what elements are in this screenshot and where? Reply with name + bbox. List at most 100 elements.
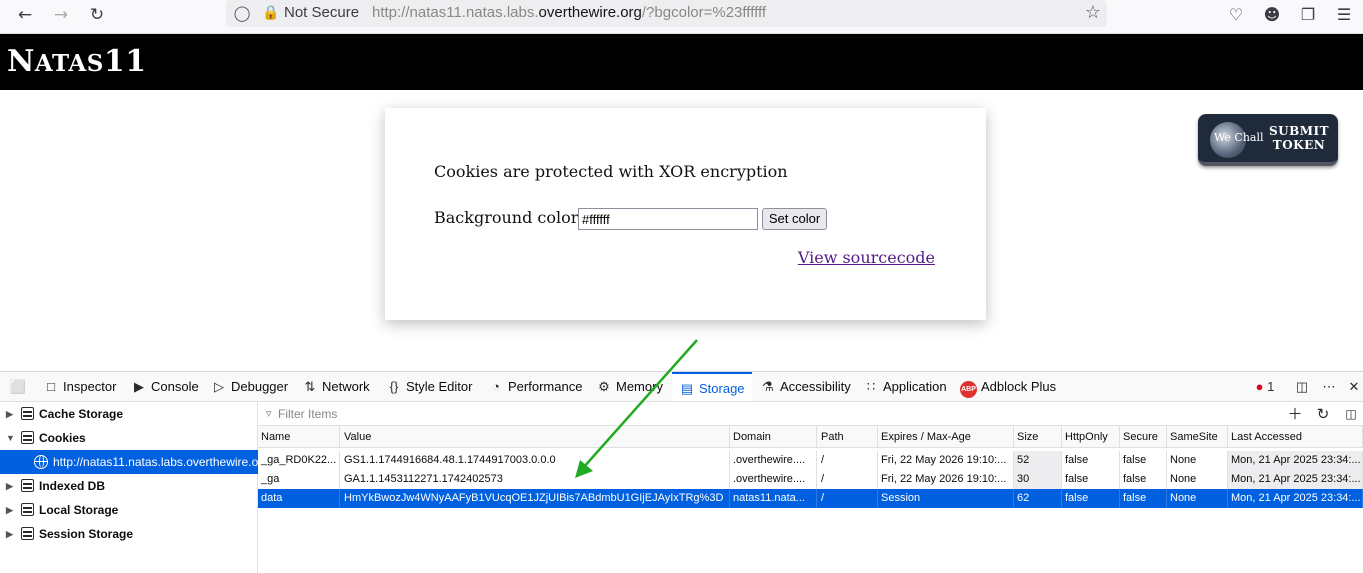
cell-name: data <box>258 489 340 508</box>
column-header-size[interactable]: Size <box>1014 426 1062 447</box>
cell-expires: Fri, 22 May 2026 19:10:... <box>878 451 1014 470</box>
sidebar-item-cookie-host[interactable]: http://natas11.natas.labs.overthewire.or… <box>0 450 269 474</box>
style-editor-icon: {} <box>389 379 399 394</box>
inspector-icon: □ <box>47 379 55 394</box>
url-text[interactable]: http://natas11.natas.labs.overthewire.or… <box>372 4 766 21</box>
table-header[interactable]: Name Value Domain Path Expires / Max-Age Size… <box>258 426 1363 448</box>
cell-last-accessed: Mon, 21 Apr 2025 23:34:... <box>1228 470 1363 489</box>
cell-expires: Session <box>878 489 1014 508</box>
sidebar-item-cache-storage[interactable]: ▶ Cache Storage <box>0 402 258 426</box>
column-header-value[interactable]: Value <box>341 426 730 447</box>
page-title: NATAS11 <box>7 44 147 79</box>
more-options-icon[interactable]: ⋯ <box>1319 372 1339 401</box>
filter-input[interactable] <box>278 405 978 423</box>
column-header-name[interactable]: Name <box>258 426 340 447</box>
database-icon <box>21 503 34 516</box>
tab-performance[interactable]: ◔ Performance <box>488 372 582 401</box>
expand-arrow-icon[interactable]: ▶ <box>6 522 16 546</box>
element-picker-icon[interactable]: ⬜ <box>8 372 28 401</box>
table-row[interactable]: _ga_RD0K22... GS1.1.1744916684.48.1.17449… <box>258 451 1363 470</box>
cell-size: 52 <box>1014 451 1062 470</box>
wechall-logo-text: We Chall <box>1214 131 1264 144</box>
refresh-icon[interactable]: ↻ <box>1312 403 1334 425</box>
tab-memory[interactable]: ⚙ Memory <box>596 372 663 401</box>
back-icon[interactable]: ← <box>11 3 39 27</box>
tab-application[interactable]: ∷ Application <box>863 372 947 401</box>
table-row[interactable]: _ga GA1.1.1453112271.1742402573 .overthewi… <box>258 470 1363 489</box>
devtools-tabbar: ⬜ □ Inspector ▶ Console ▷ Debugger ⇅ Network… <box>0 372 1363 402</box>
performance-icon: ◔ <box>492 379 500 394</box>
cell-path: / <box>818 451 878 470</box>
cell-last-accessed: Mon, 21 Apr 2025 23:34:... <box>1228 451 1363 470</box>
forward-icon[interactable]: → <box>47 3 75 27</box>
close-devtools-icon[interactable]: ✕ <box>1345 372 1363 401</box>
tab-adblock-plus[interactable]: ABP Adblock Plus <box>960 372 1056 401</box>
expand-arrow-icon[interactable]: ▶ <box>6 498 16 522</box>
cell-value: GA1.1.1453112271.1742402573 <box>341 470 730 489</box>
column-header-expires[interactable]: Expires / Max-Age <box>878 426 1014 447</box>
toggle-sidebar-icon[interactable]: ◫ <box>1340 403 1362 425</box>
extensions-icon[interactable]: ❐ <box>1295 3 1321 27</box>
content-heading: Cookies are protected with XOR encryptio… <box>434 162 788 181</box>
not-secure-lock-icon[interactable]: 🔒 <box>262 3 280 23</box>
sidebar-item-indexed-db[interactable]: ▶ Indexed DB <box>0 474 258 498</box>
bg-color-input[interactable] <box>578 208 758 230</box>
tab-inspector[interactable]: □ Inspector <box>43 372 116 401</box>
cell-secure: false <box>1120 489 1167 508</box>
devtools-panel: ⬜ □ Inspector ▶ Console ▷ Debugger ⇅ Network… <box>0 371 1363 573</box>
browser-toolbar: ← → ↻ ◯ 🔒 Not Secure http://natas11.nata… <box>0 0 1363 34</box>
cell-path: / <box>818 489 878 508</box>
adblock-icon: ABP <box>960 381 977 398</box>
column-header-path[interactable]: Path <box>818 426 878 447</box>
cell-size: 62 <box>1014 489 1062 508</box>
add-item-icon[interactable]: ＋ <box>1284 403 1306 425</box>
expand-arrow-icon[interactable]: ▶ <box>6 474 16 498</box>
column-header-secure[interactable]: Secure <box>1120 426 1167 447</box>
sidebar-item-cookies[interactable]: ▼ Cookies <box>0 426 258 450</box>
tab-storage[interactable]: ▤ Storage <box>672 372 752 401</box>
dock-icon[interactable]: ◫ <box>1292 372 1312 401</box>
content-panel: Cookies are protected with XOR encryptio… <box>385 108 986 320</box>
not-secure-label[interactable]: Not Secure <box>284 4 359 21</box>
url-bar[interactable]: ◯ 🔒 Not Secure http://natas11.natas.labs… <box>226 0 1107 27</box>
cell-name: _ga <box>258 470 340 489</box>
bookmark-star-icon[interactable]: ☆ <box>1085 2 1101 23</box>
filter-bar: ▿ ＋ ↻ ◫ <box>258 402 1363 426</box>
cell-domain: .overthewire.... <box>730 470 817 489</box>
set-color-button[interactable]: Set color <box>762 208 827 230</box>
application-icon: ∷ <box>866 379 876 394</box>
column-header-domain[interactable]: Domain <box>730 426 817 447</box>
bg-color-label: Background color: <box>434 208 584 227</box>
expand-arrow-icon[interactable]: ▶ <box>6 402 16 426</box>
tab-debugger[interactable]: ▷ Debugger <box>211 372 288 401</box>
column-header-httponly[interactable]: HttpOnly <box>1062 426 1120 447</box>
cell-samesite: None <box>1167 451 1228 470</box>
cell-size: 30 <box>1014 470 1062 489</box>
tab-style-editor[interactable]: {} Style Editor <box>386 372 473 401</box>
database-icon <box>21 527 34 540</box>
tracking-shield-icon[interactable]: ◯ <box>232 3 252 23</box>
cell-value: GS1.1.1744916684.48.1.1744917003.0.0.0 <box>341 451 730 470</box>
table-row[interactable]: data HmYkBwozJw4WNyAAFyB1VUcqOE1JZjUIBis7… <box>258 489 1363 508</box>
tab-console[interactable]: ▶ Console <box>131 372 199 401</box>
tab-accessibility[interactable]: ⚗ Accessibility <box>760 372 851 401</box>
column-header-last-accessed[interactable]: Last Accessed <box>1228 426 1363 447</box>
filter-icon: ▿ <box>266 407 272 420</box>
reload-icon[interactable]: ↻ <box>83 3 111 27</box>
tab-network[interactable]: ⇅ Network <box>302 372 370 401</box>
error-count-badge[interactable]: ● 1 <box>1251 372 1279 401</box>
menu-icon[interactable]: ☰ <box>1331 3 1357 27</box>
cell-secure: false <box>1120 470 1167 489</box>
memory-icon: ⚙ <box>598 379 610 394</box>
collapse-arrow-icon[interactable]: ▼ <box>6 426 16 450</box>
storage-sidebar: ▶ Cache Storage ▼ Cookies http://natas11.n… <box>0 402 269 573</box>
cell-samesite: None <box>1167 470 1228 489</box>
account-icon[interactable]: ☻ <box>1259 3 1285 27</box>
sidebar-item-session-storage[interactable]: ▶ Session Storage <box>0 522 258 546</box>
column-header-samesite[interactable]: SameSite <box>1167 426 1228 447</box>
cell-domain: .overthewire.... <box>730 451 817 470</box>
view-sourcecode-link[interactable]: View sourcecode <box>798 248 935 267</box>
submit-token-button[interactable]: We Chall SUBMIT TOKEN <box>1198 114 1338 166</box>
sidebar-item-local-storage[interactable]: ▶ Local Storage <box>0 498 258 522</box>
pocket-icon[interactable]: ♡ <box>1223 3 1249 27</box>
